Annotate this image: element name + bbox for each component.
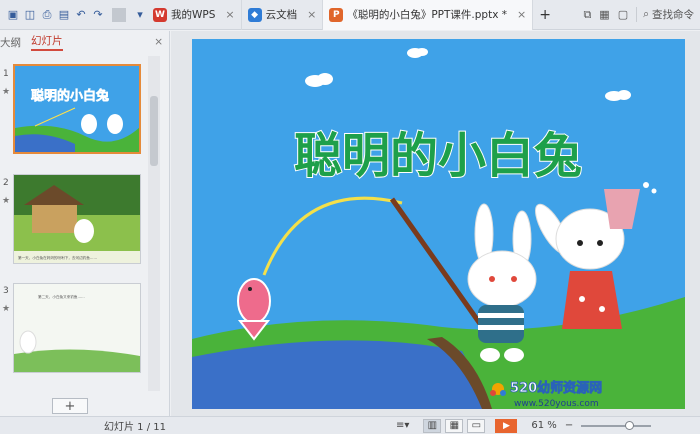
slide-2-preview: 第一天，小白兔在妈妈的吩咐下，去河边钓鱼……: [14, 175, 140, 263]
redo-icon[interactable]: ↷: [91, 8, 105, 22]
status-bar: 幻灯片 1 / 11 ≡▾ ▥ ▦ ▭ ▶ 61 % −: [0, 416, 700, 434]
skin-icon[interactable]: ▦: [599, 8, 609, 21]
tab-label: 《聪明的小白兔》PPT课件.pptx *: [347, 9, 507, 21]
close-icon[interactable]: ×: [154, 36, 163, 48]
logo-url: www.520yous.com: [514, 399, 599, 409]
thumb-title: 聪明的小白兔: [31, 88, 109, 104]
close-icon[interactable]: ×: [225, 8, 234, 21]
zoom-level: 61 %: [531, 420, 557, 431]
add-slide-button[interactable]: +: [52, 398, 88, 414]
screenshot-icon[interactable]: ⧉: [583, 8, 591, 22]
logo-text: 520幼师资源网: [510, 380, 602, 396]
tab-label: 云文档: [265, 9, 298, 21]
thumb-caption: 第一天，小白兔在妈妈的吩咐下，去河边钓鱼……: [18, 255, 97, 260]
export-pdf-icon[interactable]: ◫: [23, 8, 37, 22]
tab-label: 我的WPS: [171, 9, 216, 21]
zoom-out-icon[interactable]: −: [565, 420, 573, 431]
print-icon[interactable]: ⎙: [40, 8, 54, 22]
slide-number: 2: [3, 178, 9, 188]
notes-toggle-icon[interactable]: ≡▾: [396, 420, 409, 431]
command-search[interactable]: ⌕ 查找命令: [636, 7, 694, 22]
divider: [112, 7, 126, 22]
wps-icon: W: [153, 7, 167, 22]
zoom-slider-knob[interactable]: [625, 420, 635, 430]
window-icon[interactable]: ▢: [618, 8, 628, 21]
slide-title: 聪明的小白兔: [294, 128, 582, 184]
close-icon[interactable]: ×: [307, 8, 316, 21]
panel-header: 大纲 幻灯片 ×: [0, 31, 169, 53]
tab-pptx-file[interactable]: P 《聪明的小白兔》PPT课件.pptx * ×: [323, 0, 534, 30]
ppt-file-icon: P: [329, 7, 344, 22]
new-tab-button[interactable]: +: [533, 0, 557, 30]
slide-sorter-icon[interactable]: ▦: [445, 418, 464, 433]
window-right-tools: ⧉ ▦ ▢ ⌕ 查找命令: [583, 7, 700, 22]
save-icon[interactable]: ▣: [6, 8, 20, 22]
thumb-caption: 第二天，小白兔又来钓鱼……: [38, 294, 85, 299]
quick-access-toolbar: ▣ ◫ ⎙ ▤ ↶ ↷ ▾: [0, 7, 147, 22]
tab-outline[interactable]: 大纲: [0, 35, 21, 50]
reading-view-icon[interactable]: ▭: [467, 418, 486, 433]
slide-counter: 幻灯片 1 / 11: [104, 422, 166, 433]
current-slide[interactable]: 聪明的小白兔 520幼师资源网 www.520yous.com: [192, 39, 685, 409]
animation-star-icon: ★: [2, 196, 11, 206]
tab-cloud-docs[interactable]: ◆ 云文档 ×: [242, 0, 324, 30]
slideshow-play-icon[interactable]: ▶: [495, 418, 518, 433]
tab-bar: ▣ ◫ ⎙ ▤ ↶ ↷ ▾ W 我的WPS × ◆ 云文档 × P 《聪明的小白…: [0, 0, 700, 30]
tab-my-wps[interactable]: W 我的WPS ×: [147, 0, 242, 30]
slide-number: 1: [3, 69, 9, 79]
slide-thumbnail-3[interactable]: 第二天，小白兔又来钓鱼……: [13, 283, 141, 373]
close-icon[interactable]: ×: [517, 8, 526, 21]
cloud-doc-icon: ◆: [247, 7, 262, 22]
thumbnail-scrollbar[interactable]: [148, 56, 160, 391]
search-icon: ⌕: [643, 8, 649, 20]
animation-star-icon: ★: [2, 87, 11, 97]
undo-icon[interactable]: ↶: [74, 8, 88, 22]
search-label: 查找命令: [652, 9, 694, 21]
print-preview-icon[interactable]: ▤: [57, 8, 71, 22]
slide-3-preview: 第二天，小白兔又来钓鱼……: [14, 284, 140, 372]
slide-thumbnail-2[interactable]: 第一天，小白兔在妈妈的吩咐下，去河边钓鱼……: [13, 174, 141, 264]
slide-editor: 聪明的小白兔 520幼师资源网 www.520yous.com: [171, 31, 700, 416]
zoom-slider[interactable]: [581, 420, 652, 430]
slide-number: 3: [3, 286, 9, 296]
tab-slides[interactable]: 幻灯片: [31, 33, 63, 51]
normal-view-icon[interactable]: ▥: [423, 418, 442, 433]
wps-window: ▣ ◫ ⎙ ▤ ↶ ↷ ▾ W 我的WPS × ◆ 云文档 × P 《聪明的小白…: [0, 0, 700, 434]
slides-panel: 大纲 幻灯片 × 1 ★ 聪明的小白兔 2 ★ 第一天，小白兔在妈妈的吩咐下，去…: [0, 31, 170, 416]
scrollbar-thumb[interactable]: [150, 96, 158, 166]
slide-thumbnail-1[interactable]: 聪明的小白兔: [13, 64, 141, 154]
chevron-down-icon[interactable]: ▾: [133, 8, 147, 22]
slide-canvas: 聪明的小白兔 520幼师资源网 www.520yous.com: [192, 39, 685, 409]
slide-1-preview: 聪明的小白兔: [15, 66, 139, 152]
animation-star-icon: ★: [2, 304, 11, 314]
